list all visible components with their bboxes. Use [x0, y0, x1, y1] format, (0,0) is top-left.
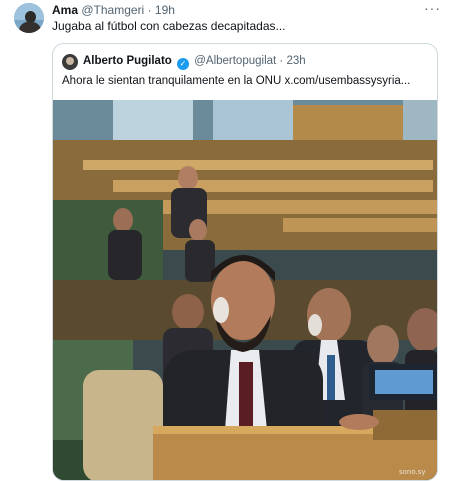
- separator: ·: [279, 55, 284, 67]
- quoted-author-handle[interactable]: @Albertopugilat: [194, 55, 276, 67]
- separator: ·: [147, 3, 152, 17]
- more-icon[interactable]: ···: [424, 0, 441, 16]
- quoted-tweet[interactable]: Alberto Pugilato ✓ @Albertopugilat · 23h…: [52, 43, 438, 481]
- quoted-tweet-photo[interactable]: sono.sy: [53, 100, 437, 480]
- quoted-author-avatar[interactable]: [62, 54, 78, 70]
- tweet-header: Ama @Thamgeri · 19h: [52, 3, 175, 17]
- quoted-tweet-time[interactable]: 23h: [286, 55, 305, 67]
- author-handle[interactable]: @Thamgeri: [81, 3, 144, 17]
- verified-badge-icon: ✓: [177, 58, 190, 70]
- quoted-tweet-text: Ahora le sientan tranquilamente en la ON…: [62, 75, 411, 87]
- quoted-author-name[interactable]: Alberto Pugilato: [83, 55, 172, 67]
- tweet-time[interactable]: 19h: [155, 3, 175, 17]
- author-name[interactable]: Ama: [52, 3, 78, 17]
- quoted-tweet-header: Alberto Pugilato ✓ @Albertopugilat · 23h: [83, 54, 306, 70]
- tweet-text: Jugaba al fútbol con cabezas decapitadas…: [52, 19, 286, 33]
- assembly-photo: sono.sy: [53, 100, 437, 480]
- author-avatar[interactable]: [14, 3, 44, 33]
- tweet[interactable]: Ama @Thamgeri · 19h ··· Jugaba al fútbol…: [0, 0, 452, 481]
- photo-watermark: sono.sy: [399, 468, 426, 476]
